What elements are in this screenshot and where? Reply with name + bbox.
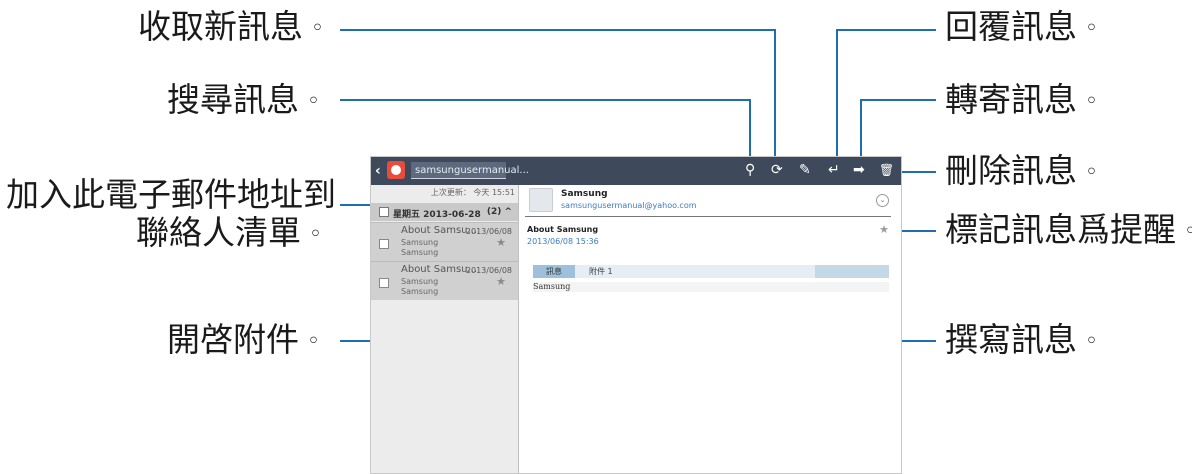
callout-dot: ◦	[311, 15, 324, 41]
message-tabs: 訊息 附件 1	[533, 265, 889, 278]
callout-dot: ◦	[307, 328, 320, 354]
callout-fetch-text: 收取新訊息	[138, 7, 303, 46]
callout-mark-reminder: 標記訊息爲提醒 ◦	[945, 213, 1192, 246]
leader-delete	[896, 171, 936, 173]
callout-add-contact-text2: 聯絡人清單	[136, 213, 301, 252]
callout-compose-text: 撰寫訊息	[945, 320, 1077, 359]
leader-search-v	[749, 99, 751, 157]
callout-dot: ◦	[1184, 218, 1192, 244]
leader-reply-h	[836, 29, 936, 31]
group-label: 星期五 2013-06-28	[393, 210, 481, 220]
header-divider	[525, 216, 891, 217]
callout-fetch: 收取新訊息 ◦	[138, 10, 324, 43]
sender-name: Samsung	[561, 189, 608, 199]
callout-dot: ◦	[1085, 88, 1098, 114]
sender-avatar[interactable]	[529, 188, 553, 212]
item-checkbox[interactable]	[379, 278, 389, 288]
last-updated: 上次更新： 今天 15:51	[430, 188, 515, 197]
reply-icon[interactable]: ↵	[828, 162, 840, 178]
delete-icon[interactable]: 🗑	[879, 162, 894, 178]
list-item[interactable]: About Samsu... 2013/06/08 Samsung Samsun…	[371, 261, 518, 300]
callout-dot: ◦	[1085, 15, 1098, 41]
action-bar: ‹ samsungusermanual... ⚲ ⟳ ✎ ↵ ➡ 🗑	[371, 157, 901, 185]
date-group-header[interactable]: 星期五 2013-06-28 (2) ^	[371, 203, 518, 221]
item-checkbox[interactable]	[379, 239, 389, 249]
leader-forward-v	[860, 99, 862, 157]
callout-add-contact-line2: 聯絡人清單 ◦	[136, 216, 322, 249]
star-icon[interactable]: ★	[496, 236, 506, 249]
star-icon[interactable]: ★	[879, 223, 889, 236]
callout-dot: ◦	[1085, 159, 1098, 185]
item-sender: Samsung	[401, 238, 439, 247]
callout-reply-text: 回覆訊息	[945, 7, 1077, 46]
callout-compose: 撰寫訊息 ◦	[945, 323, 1098, 356]
message-list: 上次更新： 今天 15:51 星期五 2013-06-28 (2) ^ Abou…	[371, 185, 519, 473]
leader-search-h	[340, 99, 750, 101]
email-app-screen: ‹ samsungusermanual... ⚲ ⟳ ✎ ↵ ➡ 🗑 上次更新：…	[370, 156, 902, 474]
callout-dot: ◦	[307, 88, 320, 114]
message-body: Samsung	[533, 282, 889, 292]
callout-forward-text: 轉寄訊息	[945, 80, 1077, 119]
callout-open-attachment-text: 開啓附件	[167, 320, 299, 359]
compose-icon[interactable]: ✎	[799, 162, 811, 178]
account-selector[interactable]: samsungusermanual...	[411, 162, 529, 179]
item-sender: Samsung	[401, 277, 439, 286]
leader-forward-h	[860, 99, 936, 101]
leader-reply-v	[836, 29, 838, 157]
callout-delete-text: 刪除訊息	[945, 151, 1077, 190]
callout-dot: ◦	[1085, 328, 1098, 354]
forward-icon[interactable]: ➡	[853, 162, 865, 178]
item-preview: Samsung	[401, 248, 439, 257]
leader-fetch-h	[340, 29, 775, 31]
list-item[interactable]: About Samsu... 2013/06/08 Samsung Samsun…	[371, 222, 518, 261]
callout-reply: 回覆訊息 ◦	[945, 10, 1098, 43]
group-count: (2) ^	[486, 207, 512, 217]
item-preview: Samsung	[401, 287, 439, 296]
callout-add-contact-text1: 加入此電子郵件地址到	[6, 175, 336, 214]
callout-add-contact-line1: 加入此電子郵件地址到	[6, 178, 336, 211]
refresh-icon[interactable]: ⟳	[771, 162, 783, 178]
email-app-icon	[387, 161, 405, 179]
callout-search-text: 搜尋訊息	[167, 80, 299, 119]
callout-search: 搜尋訊息 ◦	[167, 83, 320, 116]
callout-open-attachment: 開啓附件 ◦	[167, 323, 320, 356]
expand-icon[interactable]: ⌄	[876, 194, 889, 207]
sender-email[interactable]: samsungusermanual@yahoo.com	[561, 201, 697, 210]
callout-dot: ◦	[309, 221, 322, 247]
item-date: 2013/06/08	[465, 227, 512, 236]
chevron-left-icon[interactable]: ‹	[375, 163, 381, 179]
group-checkbox[interactable]	[379, 207, 389, 217]
message-view: Samsung samsungusermanual@yahoo.com ⌄ Ab…	[519, 185, 901, 473]
callout-forward: 轉寄訊息 ◦	[945, 83, 1098, 116]
leader-fetch-v	[774, 29, 776, 157]
star-icon[interactable]: ★	[496, 275, 506, 288]
message-date: 2013/06/08 15:36	[527, 237, 599, 246]
search-icon[interactable]: ⚲	[745, 162, 755, 178]
tab-message[interactable]: 訊息	[533, 265, 575, 278]
callout-delete: 刪除訊息 ◦	[945, 154, 1098, 187]
callout-mark-reminder-text: 標記訊息爲提醒	[945, 210, 1176, 249]
tab-attachment[interactable]: 附件 1	[575, 265, 815, 278]
message-subject: About Samsung	[527, 225, 599, 234]
item-date: 2013/06/08	[465, 266, 512, 275]
